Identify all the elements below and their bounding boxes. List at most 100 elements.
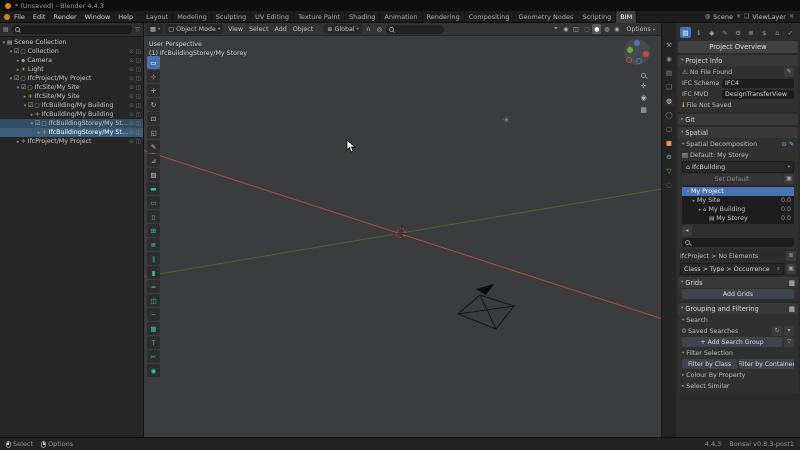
disable-screen-icon[interactable]: ◫ xyxy=(136,121,141,127)
beam-tool[interactable]: ═ xyxy=(147,280,160,293)
gizmo-icon[interactable]: ⌖ xyxy=(551,24,560,34)
structural-tab[interactable]: ≣ xyxy=(746,27,757,38)
overlays-icon[interactable]: ◉ xyxy=(561,24,570,34)
gizmo-z-axis-icon[interactable] xyxy=(634,40,640,46)
checkbox-icon[interactable]: ☑ xyxy=(14,75,19,82)
outliner-row[interactable]: ▾▤Scene Collection xyxy=(0,38,143,47)
set-default-button[interactable]: Set Default xyxy=(682,174,782,184)
persp-ortho-icon[interactable]: ▦ xyxy=(640,106,647,114)
data-tab[interactable]: ▽ xyxy=(663,165,675,176)
costing-scheduling-tab[interactable]: $ xyxy=(759,27,770,38)
grids-header[interactable]: ▾ Grids ▦ xyxy=(678,277,798,288)
pan-hand-icon[interactable]: ✛ xyxy=(641,82,647,90)
search-subsection-header[interactable]: ▾ Search xyxy=(680,315,796,325)
disable-screen-icon[interactable]: ◫ xyxy=(136,67,141,73)
checkbox-icon[interactable]: ☑ xyxy=(14,48,19,55)
disable-screen-icon[interactable]: ◫ xyxy=(136,85,141,91)
output-tab[interactable]: ▤ xyxy=(663,67,675,78)
outliner-row[interactable]: ▾☑▢IfcBuilding/My Building⊙◫ xyxy=(0,101,143,110)
scale-tool[interactable]: ⊡ xyxy=(147,112,160,125)
tweak-tool[interactable]: ▭ xyxy=(147,56,160,69)
workspace-tab-scripting[interactable]: Scripting xyxy=(578,11,616,23)
cursor-tool[interactable]: ⊹ xyxy=(147,70,160,83)
workspace-tab-modeling[interactable]: Modeling xyxy=(173,11,212,23)
select-similar-header[interactable]: ▸ Select Similar xyxy=(680,381,796,391)
camera-object[interactable] xyxy=(452,281,518,331)
viewport-search-input[interactable] xyxy=(386,25,444,34)
disable-screen-icon[interactable]: ◫ xyxy=(136,139,141,145)
hide-eye-icon[interactable]: ⊙ xyxy=(129,103,134,109)
object-information-tab[interactable]: ℹ xyxy=(693,27,704,38)
render-tab[interactable]: ◉ xyxy=(663,53,675,64)
wireframe-shading-icon[interactable]: ◌ xyxy=(582,24,591,34)
viewport-menu-view[interactable]: View xyxy=(225,26,246,33)
add-grids-button[interactable]: Add Grids xyxy=(682,289,794,299)
spatial-decomposition-header[interactable]: ▾ Spatial Decomposition ⊙ ✎ xyxy=(680,139,796,149)
railing-tool[interactable]: ∥ xyxy=(147,252,160,265)
spatial-header[interactable]: ▾ Spatial xyxy=(678,127,798,138)
outliner-row[interactable]: ▸✛IfcSite/My Site⊙◫ xyxy=(0,92,143,101)
filter-selection-header[interactable]: ▾ Filter Selection xyxy=(680,348,796,358)
list-icon[interactable]: ≣ xyxy=(786,251,796,261)
outliner-row[interactable]: ▾☑▢IfcSite/My Site⊙◫ xyxy=(0,83,143,92)
workspace-tab-texture-paint[interactable]: Texture Paint xyxy=(294,11,345,23)
grid-tool[interactable]: ▦ xyxy=(147,322,160,335)
edit-icon[interactable]: ✎ xyxy=(789,141,794,148)
filter-by-container-button[interactable]: Filter by Container xyxy=(739,359,794,369)
workspace-tab-geometry-nodes[interactable]: Geometry Nodes xyxy=(515,11,579,23)
workspace-tab-uv-editing[interactable]: UV Editing xyxy=(251,11,294,23)
workspace-tab-rendering[interactable]: Rendering xyxy=(423,11,465,23)
drawings-documents-tab[interactable]: ✎ xyxy=(719,27,730,38)
services-systems-tab[interactable]: ⚙ xyxy=(733,27,744,38)
spatial-tree-row[interactable]: ▤My Storey0.0 xyxy=(682,214,794,223)
hide-eye-icon[interactable]: ⊙ xyxy=(129,121,134,127)
proportional-edit-icon[interactable]: ◎ xyxy=(375,24,384,34)
outliner-row[interactable]: ▸✛IfcBuilding/My Building⊙◫ xyxy=(0,110,143,119)
workspace-tab-animation[interactable]: Animation xyxy=(380,11,422,23)
outliner-row[interactable]: ▸☀Light⊙◫ xyxy=(0,65,143,74)
outliner-row[interactable]: ▸◆Camera⊙◫ xyxy=(0,56,143,65)
hide-eye-icon[interactable]: ⊙ xyxy=(129,67,134,73)
hide-eye-icon[interactable]: ⊙ xyxy=(129,85,134,91)
hide-eye-icon[interactable]: ⊙ xyxy=(129,49,134,55)
grouping-mode-dropdown[interactable]: Class > Type > Occurrence ⇕ xyxy=(680,263,784,275)
duct-tool[interactable]: ◫ xyxy=(147,294,160,307)
menu-window[interactable]: Window xyxy=(81,13,115,21)
viewport-menu-add[interactable]: Add xyxy=(272,26,290,33)
unlink-viewlayer-icon[interactable]: × xyxy=(789,13,794,20)
scene-tab[interactable]: ◍ xyxy=(663,95,675,106)
gizmo-x-axis-icon[interactable] xyxy=(643,51,649,57)
spatial-tree-row[interactable]: ▸My Site0.0 xyxy=(682,196,794,205)
disable-screen-icon[interactable]: ◫ xyxy=(136,103,141,109)
refresh-icon[interactable]: ↻ xyxy=(772,326,782,336)
hide-eye-icon[interactable]: ⊙ xyxy=(129,139,134,145)
modifiers-tab[interactable]: ⚙ xyxy=(663,151,675,162)
door-tool[interactable]: ▯ xyxy=(147,210,160,223)
disable-screen-icon[interactable]: ◫ xyxy=(136,94,141,100)
git-header[interactable]: ▸ Git xyxy=(678,114,798,125)
tool-tab[interactable]: ⚒ xyxy=(663,39,675,50)
dropdown-icon[interactable]: ▾ xyxy=(784,326,794,336)
hide-eye-icon[interactable]: ⊙ xyxy=(129,130,134,136)
outliner-row[interactable]: ▸✛IfcProject/My Project⊙◫ xyxy=(0,137,143,146)
hide-eye-icon[interactable]: ⊙ xyxy=(129,76,134,82)
outliner-row[interactable]: ▾☑▢IfcProject/My Project⊙◫ xyxy=(0,74,143,83)
workspace-tab-bim[interactable]: BIM xyxy=(616,11,637,23)
panel-title[interactable]: Project Overview xyxy=(678,41,798,53)
collection-tab[interactable]: ▢ xyxy=(663,123,675,134)
viewport-menu-object[interactable]: Object xyxy=(290,26,317,33)
disable-screen-icon[interactable]: ◫ xyxy=(136,49,141,55)
workspace-tab-shading[interactable]: Shading xyxy=(345,11,380,23)
workspace-tab-layout[interactable]: Layout xyxy=(142,11,173,23)
view-camera-icon[interactable]: ◉ xyxy=(641,94,647,102)
facility-management-tab[interactable]: ⌂ xyxy=(772,27,783,38)
quality-coordination-tab[interactable]: ✓ xyxy=(785,27,796,38)
solid-shading-icon[interactable]: ● xyxy=(592,24,601,34)
hide-eye-icon[interactable]: ⊙ xyxy=(129,94,134,100)
navigation-gizmo[interactable] xyxy=(624,39,650,65)
project-overview-tab[interactable]: ▤ xyxy=(680,27,691,38)
copy-icon[interactable]: ▣ xyxy=(786,264,796,274)
outliner-row[interactable]: ▸✛IfcBuildingStorey/My Storey⊙◫ xyxy=(0,128,143,137)
viewport-panel[interactable]: ▦ ▾ ▢ Object Mode ▾ ViewSelectAddObject … xyxy=(144,23,661,437)
slab-tool[interactable]: ▭ xyxy=(147,196,160,209)
